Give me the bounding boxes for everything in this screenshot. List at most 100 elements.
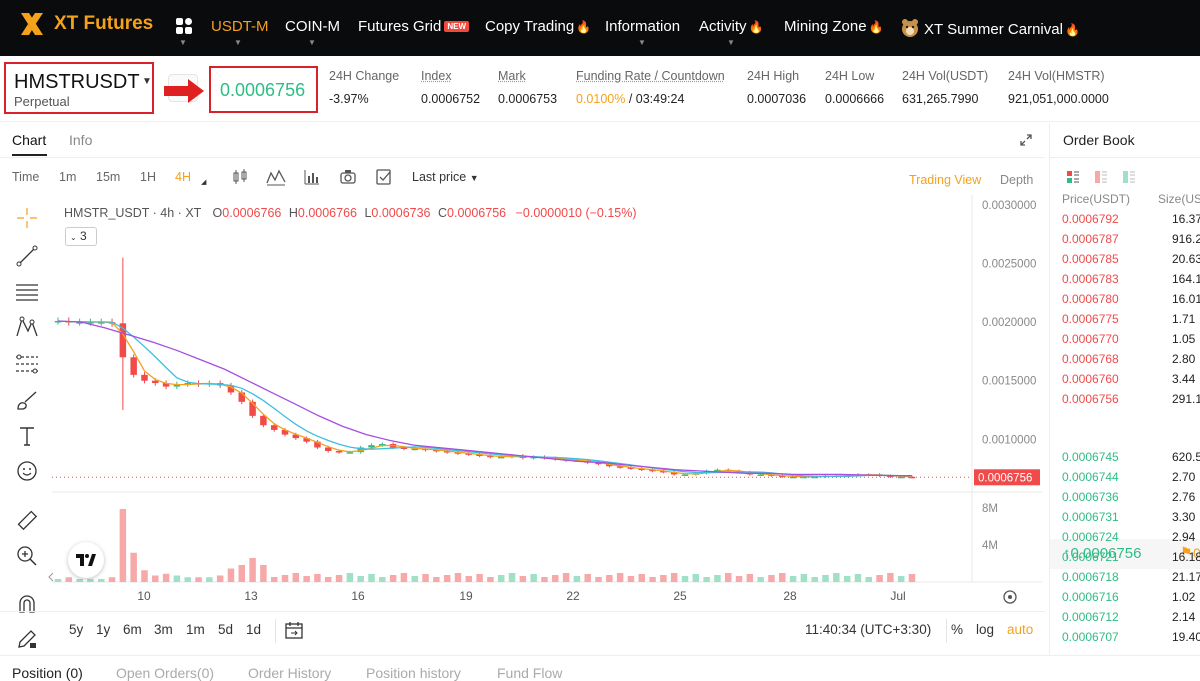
red-arrow-annotation [162, 78, 206, 104]
ask-row[interactable]: 0.0006783 164.14 [1050, 270, 1200, 290]
trading-view-toggle[interactable]: Trading View [909, 173, 981, 187]
bid-size: 2.70 [1172, 470, 1195, 484]
price-chart[interactable]: 0.0030000 0.0025000 0.0020000 0.0015000 0.00… [52, 195, 1042, 605]
interval-1h[interactable]: 1H [140, 170, 156, 184]
tab-open-orders[interactable]: Open Orders(0) [116, 665, 214, 681]
fib-icon[interactable] [14, 351, 40, 377]
legend-change: −0.0000010 (−0.15%) [516, 206, 637, 220]
depth-toggle[interactable]: Depth [1000, 173, 1033, 187]
candlestick-type-icon[interactable] [231, 168, 249, 186]
xt-logo[interactable]: XT Futures [18, 10, 153, 38]
nav-information[interactable]: Information [605, 18, 680, 35]
bid-row[interactable]: 0.0006716 1.02 [1050, 588, 1200, 608]
nav-futures-grid[interactable]: Futures Grid NEW [358, 18, 469, 35]
interval-time[interactable]: Time [12, 170, 39, 184]
bid-row[interactable]: 0.0006736 2.76 [1050, 488, 1200, 508]
range-3m[interactable]: 3m [154, 622, 173, 637]
ask-row[interactable]: 0.0006785 20.63 [1050, 250, 1200, 270]
volume-bar [801, 574, 807, 582]
ask-price: 0.0006792 [1062, 212, 1119, 226]
candle-body [271, 425, 277, 430]
ask-row[interactable]: 0.0006760 3.44 [1050, 370, 1200, 390]
interval-caret-icon[interactable]: ◢ [201, 178, 206, 186]
crosshair-icon[interactable] [14, 205, 40, 231]
tradingview-logo[interactable] [68, 542, 104, 578]
bid-row[interactable]: 0.0006707 19.40 [1050, 628, 1200, 648]
volume-bar [887, 573, 893, 582]
bid-row[interactable]: 0.0006712 2.14 [1050, 608, 1200, 628]
tab-order-history[interactable]: Order History [248, 665, 331, 681]
tab-chart[interactable]: Chart [12, 132, 46, 148]
bid-price: 0.0006718 [1062, 570, 1119, 584]
ask-row[interactable]: 0.0006768 2.80 [1050, 350, 1200, 370]
range-6m[interactable]: 6m [123, 622, 142, 637]
text-tool-icon[interactable] [14, 423, 40, 449]
tab-position[interactable]: Position (0) [12, 665, 83, 681]
ask-row[interactable]: 0.0006787 916.24 [1050, 230, 1200, 250]
volume-bar [87, 579, 93, 582]
bid-row[interactable]: 0.0006724 2.94 [1050, 528, 1200, 548]
magnet-icon[interactable] [14, 592, 40, 618]
range-5y[interactable]: 5y [69, 622, 83, 637]
volume-bar [736, 576, 742, 582]
indicator-count-toggle[interactable]: ⌄ 3 [65, 227, 97, 246]
ask-row[interactable]: 0.0006770 1.05 [1050, 330, 1200, 350]
ask-row[interactable]: 0.0006792 16.37 [1050, 210, 1200, 230]
orderbook-both-icon[interactable] [1066, 170, 1080, 184]
auto-toggle[interactable]: auto [1007, 622, 1033, 637]
nav-summer-carnival[interactable]: XT Summer Carnival 🔥 [900, 18, 1080, 38]
tab-position-history[interactable]: Position history [366, 665, 461, 681]
clock-timezone[interactable]: 11:40:34 (UTC+3:30) [805, 622, 931, 637]
trendline-icon[interactable] [14, 243, 40, 269]
interval-15m[interactable]: 15m [96, 170, 120, 184]
ask-row[interactable]: 0.0006775 1.71 [1050, 310, 1200, 330]
tab-info[interactable]: Info [69, 132, 92, 148]
bid-row[interactable]: 0.0006721 16.18 [1050, 548, 1200, 568]
coin-m-caret-icon: ▼ [308, 38, 316, 47]
range-1m[interactable]: 1m [186, 622, 205, 637]
zoom-in-icon[interactable] [14, 543, 40, 569]
ruler-icon[interactable] [14, 507, 40, 533]
orderbook-asks-icon[interactable] [1094, 170, 1108, 184]
indicators-icon[interactable] [266, 168, 286, 186]
interval-1m[interactable]: 1m [59, 170, 76, 184]
pattern-icon[interactable] [14, 314, 40, 340]
range-1y[interactable]: 1y [96, 622, 110, 637]
bid-size: 16.18 [1172, 550, 1200, 564]
last-price-box: 0.0006756 [209, 66, 318, 113]
bid-row[interactable]: 0.0006731 3.30 [1050, 508, 1200, 528]
price-type-select[interactable]: Last price ▼ [412, 170, 479, 184]
bar-chart-icon[interactable] [303, 168, 321, 186]
fullscreen-icon[interactable] [1019, 133, 1033, 147]
emoji-icon[interactable] [14, 458, 40, 484]
volume-bar [195, 577, 201, 582]
volume-bar [574, 576, 580, 582]
range-1d[interactable]: 1d [246, 622, 261, 637]
log-toggle[interactable]: log [976, 622, 994, 637]
percent-toggle[interactable]: % [951, 622, 963, 637]
bid-row[interactable]: 0.0006718 21.17 [1050, 568, 1200, 588]
range-5d[interactable]: 5d [218, 622, 233, 637]
orderbook-bids-icon[interactable] [1122, 170, 1136, 184]
nav-activity[interactable]: Activity 🔥 [699, 18, 763, 35]
tab-fund-flow[interactable]: Fund Flow [497, 665, 562, 681]
nav-copy-trading[interactable]: Copy Trading 🔥 [485, 18, 591, 35]
camera-icon[interactable] [339, 168, 357, 186]
ask-row[interactable]: 0.0006780 16.01 [1050, 290, 1200, 310]
ask-row[interactable]: 0.0006756 291.18 [1050, 390, 1200, 410]
nav-mining-zone[interactable]: Mining Zone 🔥 [784, 18, 884, 35]
edit-settings-icon[interactable] [375, 168, 393, 186]
brush-icon[interactable] [14, 388, 40, 414]
apps-grid-icon[interactable] [175, 17, 193, 35]
interval-4h[interactable]: 4H [175, 170, 191, 184]
date-range-icon[interactable] [284, 620, 304, 640]
nav-coin-m[interactable]: COIN-M [285, 18, 340, 35]
horizontal-lines-icon[interactable] [14, 279, 40, 305]
symbol-selector[interactable]: HMSTRUSDT Perpetual ▼ [4, 62, 154, 114]
ask-price: 0.0006787 [1062, 232, 1119, 246]
bid-row[interactable]: 0.0006744 2.70 [1050, 468, 1200, 488]
legend-low: 0.0006736 [371, 206, 430, 220]
bid-row[interactable]: 0.0006745 620.54 [1050, 448, 1200, 468]
nav-usdt-m[interactable]: USDT-M [211, 18, 269, 35]
ask-size: 1.05 [1172, 332, 1195, 346]
